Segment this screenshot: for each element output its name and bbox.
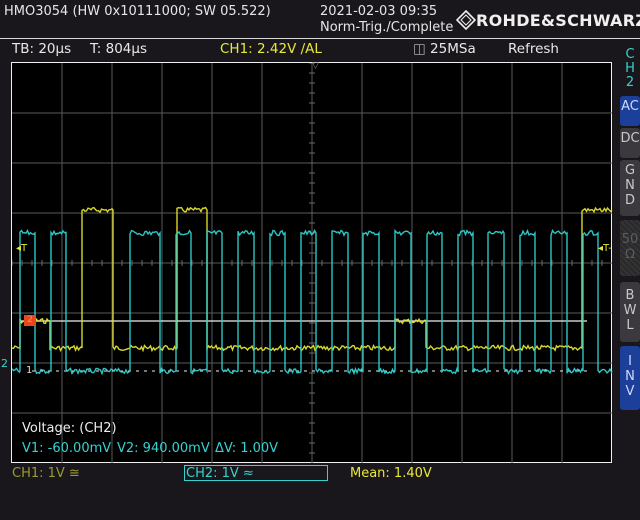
ch1-scale[interactable]: CH1: 1V ≅ xyxy=(12,466,80,481)
trigger-level[interactable]: CH1: 2.42V ∕AL xyxy=(220,41,322,57)
button-label: N xyxy=(625,369,635,384)
device-info: HMO3054 (HW 0x10111000; SW 05.522) xyxy=(4,4,271,19)
channel-label: C H 2 xyxy=(620,48,640,90)
channel-letter: 2 xyxy=(625,75,635,90)
waveform-display[interactable]: ◂T ◂T- ▽ 1 2 Voltage: (CH2) V1: -60.00mV… xyxy=(11,61,613,463)
memory-icon: ◫ xyxy=(413,41,431,57)
button-label: G xyxy=(624,163,636,178)
button-label: DC xyxy=(620,131,640,146)
brand-logo: ROHDE&SCHWARZ xyxy=(456,10,640,30)
sample-rate[interactable]: ◫ 25MSa xyxy=(413,41,476,57)
sample-rate-value: 25MSa xyxy=(430,41,476,57)
coupling-ac-button[interactable]: AC xyxy=(620,96,640,126)
measurement-v1: V1: -60.00mV xyxy=(22,441,112,456)
button-label: D xyxy=(624,193,635,208)
button-label: I xyxy=(628,354,632,369)
trigger-marker-left: ◂T xyxy=(16,243,28,254)
button-label: Ω xyxy=(625,247,635,262)
mean-measurement: Mean: 1.40V xyxy=(350,466,432,481)
header-divider xyxy=(0,38,640,39)
timebase[interactable]: TB: 20µs xyxy=(12,41,71,57)
button-label: L xyxy=(626,318,634,333)
button-label: B xyxy=(625,288,635,303)
measurement-delta-v: ΔV: 1.00V xyxy=(215,441,279,456)
button-label: N xyxy=(625,178,635,193)
impedance-50ohm-button: 50 Ω xyxy=(620,220,640,276)
ch1-reference-marker: 1 xyxy=(26,365,33,376)
waveform-canvas xyxy=(12,63,613,463)
ch2-reference-marker: 2 xyxy=(1,357,8,370)
measurement-v2: V2: 940.00mV xyxy=(117,441,210,456)
ch2-level-marker[interactable]: 2 xyxy=(24,315,36,326)
bandwidth-limit-button[interactable]: BWL xyxy=(620,282,640,342)
acquire-mode[interactable]: Refresh xyxy=(508,41,559,57)
button-label: V xyxy=(625,384,635,399)
invert-button[interactable]: INV xyxy=(620,346,640,410)
measurement-title: Voltage: (CH2) xyxy=(22,421,117,436)
channel-letter: H xyxy=(625,61,635,76)
button-label: W xyxy=(623,303,637,318)
datetime: 2021-02-03 09:35 xyxy=(320,4,438,19)
brand-name: ROHDE&SCHWARZ xyxy=(476,10,640,30)
button-label: 50 xyxy=(621,232,639,247)
trigger-position-icon: ▽ xyxy=(312,61,319,71)
trigger-time[interactable]: T: 804µs xyxy=(90,41,147,57)
rs-diamond-icon xyxy=(456,10,476,30)
ch2-scale[interactable]: CH2: 1V ≈ xyxy=(184,465,328,481)
channel-letter: C xyxy=(625,47,635,62)
button-label: AC xyxy=(621,99,639,114)
trigger-state: Norm-Trig./Complete xyxy=(320,20,454,35)
coupling-gnd-button[interactable]: GND xyxy=(620,160,640,216)
trigger-marker-right: ◂T- xyxy=(598,243,612,254)
coupling-dc-button[interactable]: DC xyxy=(620,128,640,158)
